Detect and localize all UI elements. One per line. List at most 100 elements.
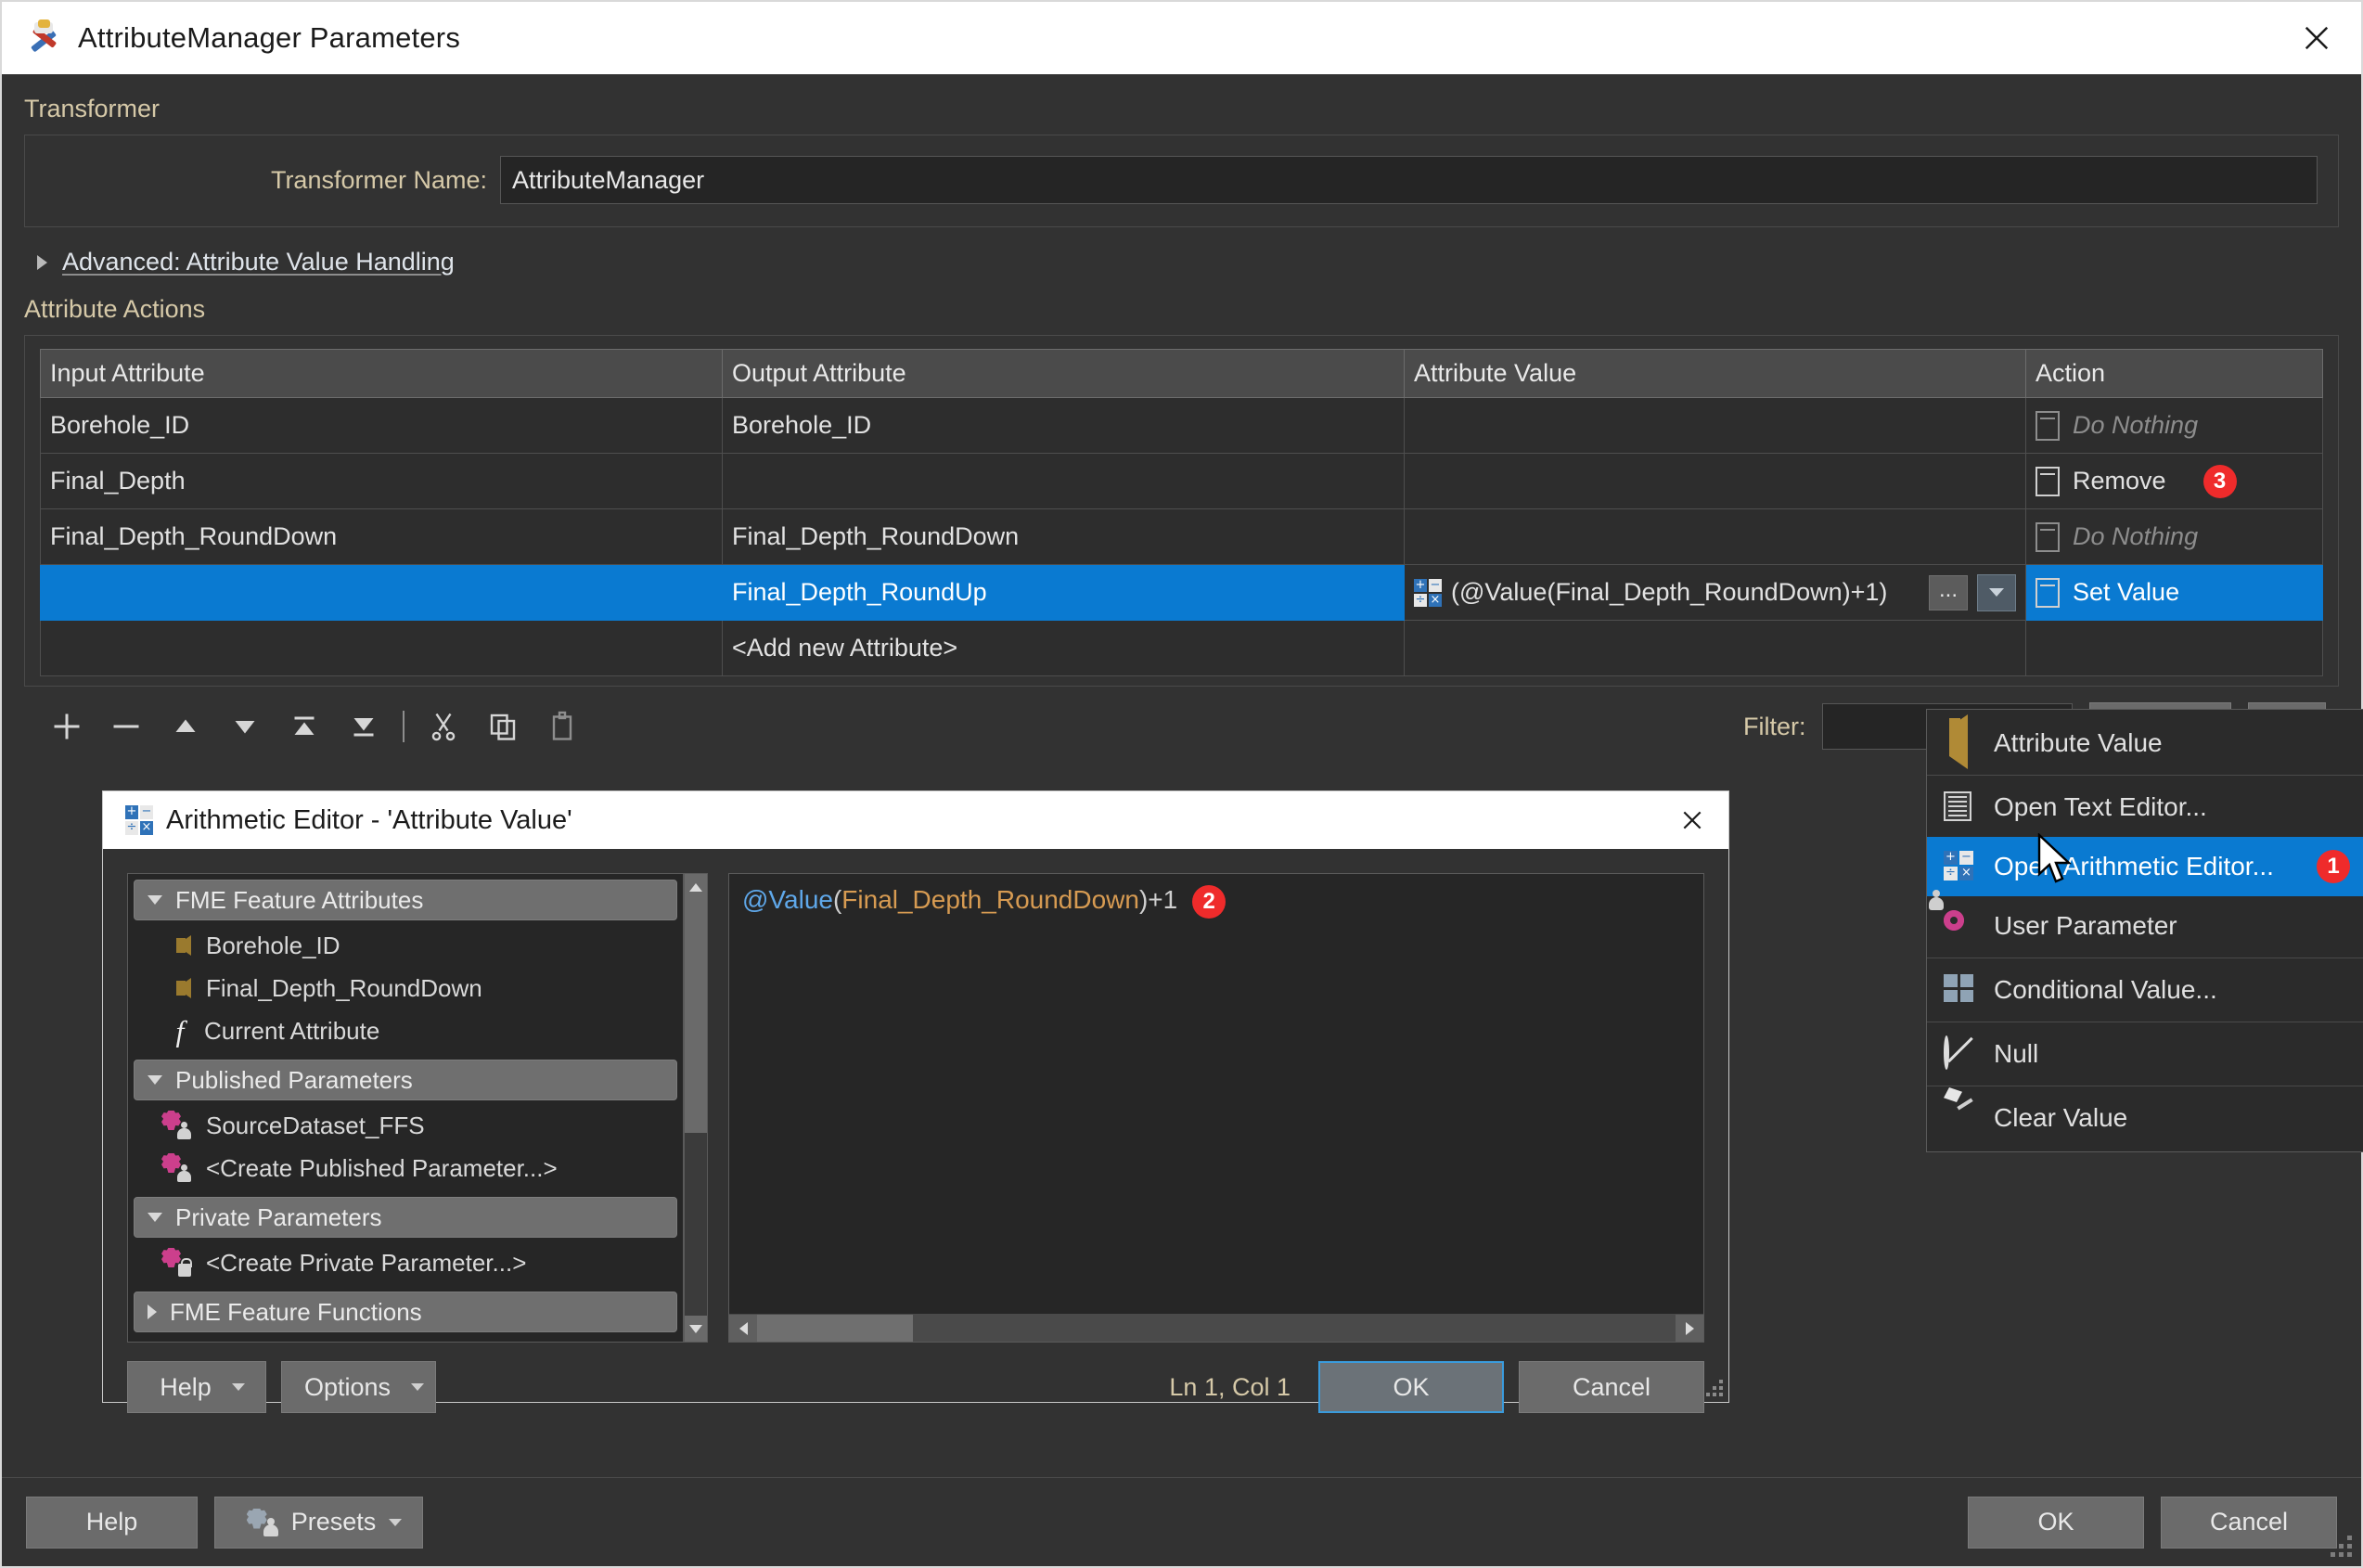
column-header-output-attribute[interactable]: Output Attribute	[722, 349, 1405, 398]
expression-editor-input[interactable]: @Value(Final_Depth_RoundDown)+1 2	[729, 874, 1703, 1314]
attributemanager-parameters-window: AttributeManager Parameters Transformer …	[0, 0, 2363, 1568]
attribute-diamond-icon	[176, 978, 191, 998]
cell-output-attribute[interactable]: Final_Depth_RoundUp	[722, 564, 1405, 621]
cancel-button[interactable]: Cancel	[2161, 1496, 2337, 1549]
move-down-icon[interactable]	[215, 697, 275, 756]
advanced-label: Advanced: Attribute Value Handling	[62, 248, 455, 276]
arrow-up-icon	[689, 882, 702, 892]
tree-group-fme-feature-attributes[interactable]: FME Feature Attributes	[134, 880, 677, 920]
conditional-value-icon	[1944, 974, 1975, 1006]
copy-icon[interactable]	[473, 697, 533, 756]
window-resize-grip[interactable]	[2320, 1525, 2352, 1557]
add-icon[interactable]	[37, 697, 96, 756]
ae-options-button[interactable]: Options	[281, 1361, 437, 1413]
help-label: Help	[85, 1508, 138, 1536]
help-button[interactable]: Help	[26, 1496, 198, 1549]
tree-item-final-depth-rounddown[interactable]: Final_Depth_RoundDown	[134, 967, 677, 1009]
chevron-down-icon	[148, 895, 162, 905]
arithmetic-editor-icon: + − ÷ ×	[1414, 577, 1442, 607]
menu-item-conditional-value[interactable]: Conditional Value...	[1927, 960, 2363, 1020]
table-row-selected[interactable]: Final_Depth_RoundUp + − ÷ × (@Value(Final_D…	[40, 564, 2323, 621]
cell-input-attribute[interactable]: Final_Depth_RoundDown	[40, 508, 723, 565]
cell-action[interactable]: Remove 3	[2025, 453, 2323, 509]
column-header-action[interactable]: Action	[2025, 349, 2323, 398]
ae-cancel-button[interactable]: Cancel	[1519, 1361, 1704, 1413]
tree-vertical-scrollbar[interactable]	[684, 873, 708, 1343]
cell-output-attribute[interactable]: Final_Depth_RoundDown	[722, 508, 1405, 565]
close-icon[interactable]	[1656, 791, 1728, 849]
ok-button[interactable]: OK	[1968, 1496, 2144, 1549]
cell-attribute-value[interactable]	[1404, 397, 2026, 454]
cell-attribute-value[interactable]	[1404, 620, 2026, 676]
tree-group-published-parameters[interactable]: Published Parameters	[134, 1060, 677, 1100]
attributes-tree: FME Feature Attributes Borehole_ID Final…	[127, 873, 684, 1343]
action-checkbox-icon[interactable]	[2036, 521, 2060, 552]
cell-output-attribute[interactable]	[722, 453, 1405, 509]
cell-input-attribute[interactable]	[40, 564, 723, 621]
action-checkbox-icon[interactable]	[2036, 410, 2060, 441]
scroll-right-button[interactable]	[1676, 1315, 1703, 1342]
advanced-attribute-value-handling[interactable]: Advanced: Attribute Value Handling	[24, 227, 2339, 282]
cell-output-attribute[interactable]: Borehole_ID	[722, 397, 1405, 454]
chevron-down-icon	[1989, 588, 2004, 597]
close-icon[interactable]	[2272, 2, 2361, 74]
scroll-down-button[interactable]	[685, 1316, 707, 1342]
menu-item-open-text-editor[interactable]: Open Text Editor...	[1927, 778, 2363, 837]
cell-attribute-value[interactable]	[1404, 508, 2026, 565]
tree-item-borehole-id[interactable]: Borehole_ID	[134, 924, 677, 967]
column-header-input-attribute[interactable]: Input Attribute	[40, 349, 723, 398]
cell-input-attribute[interactable]: Final_Depth	[40, 453, 723, 509]
expression-horizontal-scrollbar[interactable]	[729, 1314, 1703, 1342]
table-row[interactable]: Final_Depth Remove 3	[40, 453, 2323, 509]
tree-group-label: Private Parameters	[175, 1202, 382, 1231]
action-checkbox-icon[interactable]	[2036, 577, 2060, 608]
remove-icon[interactable]	[96, 697, 156, 756]
cell-input-attribute[interactable]	[40, 620, 723, 676]
table-row[interactable]: Borehole_ID Borehole_ID Do Nothing	[40, 397, 2323, 454]
paste-icon[interactable]	[533, 697, 592, 756]
menu-item-clear-value[interactable]: Clear Value	[1927, 1088, 2363, 1148]
cell-input-attribute[interactable]: Borehole_ID	[40, 397, 723, 454]
user-parameter-icon	[1929, 890, 1975, 942]
move-to-top-icon[interactable]	[275, 697, 334, 756]
add-new-attribute-cell[interactable]: <Add new Attribute>	[722, 620, 1405, 676]
cell-action[interactable]: Set Value	[2025, 564, 2323, 621]
presets-button[interactable]: Presets	[214, 1496, 423, 1549]
scroll-up-button[interactable]	[685, 874, 707, 900]
cell-action[interactable]: Do Nothing	[2025, 397, 2323, 454]
move-to-bottom-icon[interactable]	[334, 697, 393, 756]
cell-attribute-value[interactable]: + − ÷ × (@Value(Final_Depth_RoundDown)+1) .…	[1404, 564, 2026, 621]
attribute-value-dropdown-button[interactable]	[1977, 573, 2016, 611]
cut-icon[interactable]	[414, 697, 473, 756]
scrollbar-thumb[interactable]	[757, 1315, 914, 1342]
tree-group-private-parameters[interactable]: Private Parameters	[134, 1197, 677, 1238]
column-header-attribute-value[interactable]: Attribute Value	[1404, 349, 2026, 398]
transformer-name-input[interactable]: AttributeManager	[500, 156, 2318, 204]
table-row-add-new[interactable]: <Add new Attribute>	[40, 620, 2323, 676]
menu-item-null[interactable]: Null	[1927, 1024, 2363, 1084]
action-checkbox-icon[interactable]	[2036, 466, 2060, 496]
resize-grip[interactable]	[1699, 1372, 1723, 1396]
scrollbar-track[interactable]	[685, 900, 707, 1316]
cell-action[interactable]	[2025, 620, 2323, 676]
published-parameter-icon	[161, 1111, 191, 1139]
cell-action[interactable]: Do Nothing	[2025, 508, 2323, 565]
tree-item-create-published-parameter[interactable]: <Create Published Parameter...>	[134, 1147, 677, 1189]
menu-item-open-arithmetic-editor[interactable]: + − ÷ × Open Arithmetic Editor... 1	[1927, 837, 2363, 896]
tree-item-create-private-parameter[interactable]: <Create Private Parameter...>	[134, 1241, 677, 1284]
tree-item-current-attribute[interactable]: f Current Attribute	[134, 1009, 677, 1052]
ae-ok-button[interactable]: OK	[1318, 1361, 1504, 1413]
tree-group-fme-feature-functions[interactable]: FME Feature Functions	[134, 1292, 677, 1332]
fme-transformer-icon	[26, 19, 63, 57]
ae-help-button[interactable]: Help	[127, 1361, 266, 1413]
table-row[interactable]: Final_Depth_RoundDown Final_Depth_RoundD…	[40, 508, 2323, 565]
menu-item-user-parameter[interactable]: User Parameter	[1927, 890, 2363, 956]
scroll-left-button[interactable]	[729, 1315, 757, 1342]
menu-item-attribute-value[interactable]: Attribute Value	[1927, 713, 2363, 773]
cell-attribute-value[interactable]	[1404, 453, 2026, 509]
move-up-icon[interactable]	[156, 697, 215, 756]
scrollbar-thumb[interactable]	[685, 900, 707, 1133]
scrollbar-track[interactable]	[757, 1315, 1676, 1342]
attribute-value-browse-button[interactable]: ...	[1929, 574, 1968, 610]
tree-item-sourcedataset-ffs[interactable]: SourceDataset_FFS	[134, 1104, 677, 1147]
